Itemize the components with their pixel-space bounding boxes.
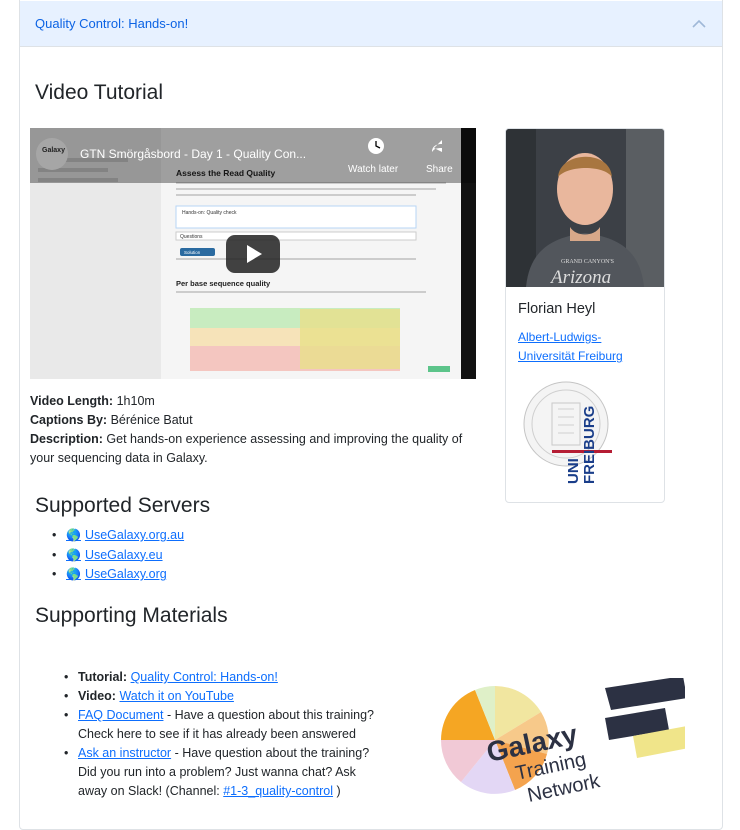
author-affiliation-link[interactable]: Albert-Ludwigs-Universität Freiburg xyxy=(518,328,658,366)
gtn-logo: Galaxy Training Network xyxy=(440,678,685,806)
material-ask: Ask an instructor - Have question about … xyxy=(64,744,386,801)
university-logo: UNI FREIBURG xyxy=(523,381,612,484)
ask-instructor-link[interactable]: Ask an instructor xyxy=(78,746,171,760)
video-player[interactable]: Assess the Read Quality Hands-on: Qualit… xyxy=(30,128,476,379)
svg-text:UNI: UNI xyxy=(565,458,582,484)
chevron-up-icon[interactable] xyxy=(691,16,707,32)
accordion-title[interactable]: Quality Control: Hands-on! xyxy=(35,16,188,31)
video-length-value: 1h10m xyxy=(116,394,155,408)
server-item[interactable]: 🌎UseGalaxy.eu xyxy=(52,546,184,566)
material-faq: FAQ Document - Have a question about thi… xyxy=(64,706,386,744)
video-length-label: Video Length: xyxy=(30,394,114,408)
author-card: GRAND CANYON'S Arizona Florian Heyl Albe… xyxy=(505,128,665,503)
material-video: Video: Watch it on YouTube xyxy=(64,687,386,706)
captions-value: Bérénice Batut xyxy=(110,413,193,427)
shirt-text: Arizona xyxy=(549,267,611,287)
globe-icon: 🌎 xyxy=(66,547,81,562)
materials-list: Tutorial: Quality Control: Hands-on! Vid… xyxy=(64,668,386,801)
watch-later-label: Watch later xyxy=(348,164,399,175)
globe-icon: 🌎 xyxy=(66,528,81,542)
author-photo: GRAND CANYON'S Arizona xyxy=(506,129,664,287)
video-metadata: Video Length: 1h10m Captions By: Bérénic… xyxy=(30,392,476,468)
server-link-au[interactable]: 🌎 UseGalaxy.org.au xyxy=(66,528,184,542)
video-title: GTN Smörgåsbord - Day 1 - Quality Con... xyxy=(80,147,306,161)
svg-text:Hands-on: Quality check: Hands-on: Quality check xyxy=(182,210,237,216)
author-name: Florian Heyl xyxy=(518,301,596,317)
share-label: Share xyxy=(426,164,453,175)
svg-text:GRAND CANYON'S: GRAND CANYON'S xyxy=(561,259,614,265)
accordion-header[interactable]: Quality Control: Hands-on! xyxy=(20,1,722,47)
svg-text:FREIBURG: FREIBURG xyxy=(581,406,598,484)
server-link-org[interactable]: 🌎 UseGalaxy.org xyxy=(66,567,167,581)
server-list: 🌎UseGalaxy.org.au 🌎UseGalaxy.eu 🌎UseGala… xyxy=(52,526,184,585)
server-link-eu[interactable]: 🌎 UseGalaxy.eu xyxy=(66,548,163,562)
material-tutorial: Tutorial: Quality Control: Hands-on! xyxy=(64,668,386,687)
supporting-materials-heading: Supporting Materials xyxy=(35,604,228,627)
globe-icon: 🌎 xyxy=(66,567,81,581)
svg-text:Solution: Solution xyxy=(184,250,201,255)
video-tutorial-heading: Video Tutorial xyxy=(35,81,164,104)
server-item[interactable]: 🌎UseGalaxy.org.au xyxy=(52,526,184,546)
description-label: Description: xyxy=(30,432,103,446)
tutorial-link[interactable]: Quality Control: Hands-on! xyxy=(131,670,278,684)
svg-text:Questions: Questions xyxy=(180,234,203,240)
youtube-link[interactable]: Watch it on YouTube xyxy=(119,689,233,703)
faq-link[interactable]: FAQ Document xyxy=(78,708,163,722)
captions-label: Captions By: xyxy=(30,413,108,427)
supported-servers-heading: Supported Servers xyxy=(35,494,211,517)
svg-text:Per base sequence quality: Per base sequence quality xyxy=(176,279,271,288)
slack-channel-link[interactable]: #1-3_quality-control xyxy=(223,784,333,798)
video-thumbnail: Assess the Read Quality Hands-on: Qualit… xyxy=(30,128,476,379)
server-item[interactable]: 🌎UseGalaxy.org xyxy=(52,565,184,585)
